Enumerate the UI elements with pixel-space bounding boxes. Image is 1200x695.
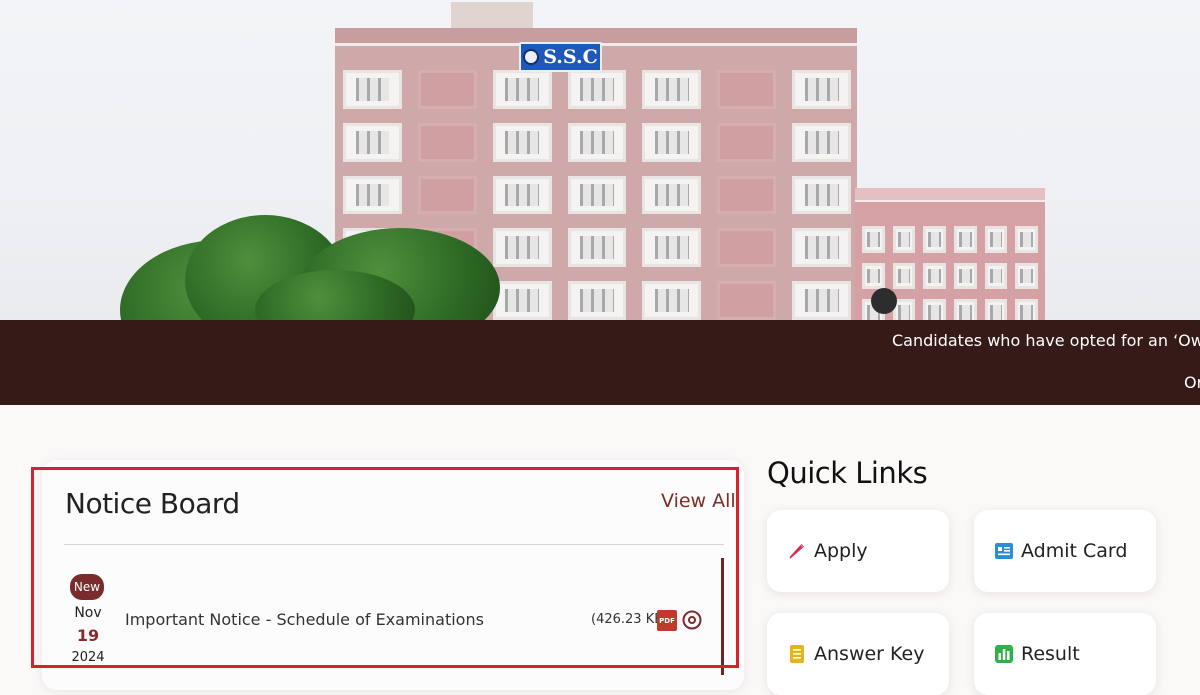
bar-chart-icon — [995, 645, 1013, 663]
quick-link-apply[interactable]: Apply — [767, 510, 949, 592]
announcement-ticker: Candidates who have opted for an ‘Own Sc… — [0, 320, 1200, 405]
document-list-icon — [790, 645, 804, 663]
quick-link-result[interactable]: Result — [974, 613, 1156, 695]
quick-link-label: Admit Card — [1021, 540, 1128, 562]
id-card-icon — [995, 543, 1013, 559]
divider — [64, 544, 724, 545]
notice-board-title: Notice Board — [65, 487, 240, 520]
new-badge: New — [70, 574, 104, 600]
quick-link-label: Apply — [814, 540, 868, 562]
notice-title-link[interactable]: Important Notice - Schedule of Examinati… — [125, 610, 484, 629]
quick-link-admit-card[interactable]: Admit Card — [974, 510, 1156, 592]
eye-icon[interactable] — [681, 609, 703, 631]
quick-link-label: Result — [1021, 643, 1080, 665]
notice-date-month: Nov — [74, 605, 102, 621]
quick-links-title: Quick Links — [767, 456, 928, 490]
notice-date-day: 19 — [76, 626, 100, 645]
quick-link-label: Answer Key — [814, 643, 925, 665]
quick-link-answer-key[interactable]: Answer Key — [767, 613, 949, 695]
scrollbar[interactable] — [721, 558, 724, 675]
pdf-icon[interactable]: PDF — [657, 610, 677, 631]
pen-icon — [789, 544, 804, 559]
view-all-link[interactable]: View All — [661, 490, 736, 512]
hero-banner: S.S.C — [0, 0, 1200, 320]
emblem-icon — [523, 49, 540, 65]
ticker-text[interactable]: Or — [1184, 373, 1200, 392]
street-lamp — [871, 288, 897, 314]
ssc-logo: S.S.C — [519, 42, 602, 72]
ticker-text[interactable]: Candidates who have opted for an ‘Own Sc… — [892, 331, 1200, 350]
notice-date-year: 2024 — [71, 650, 105, 665]
